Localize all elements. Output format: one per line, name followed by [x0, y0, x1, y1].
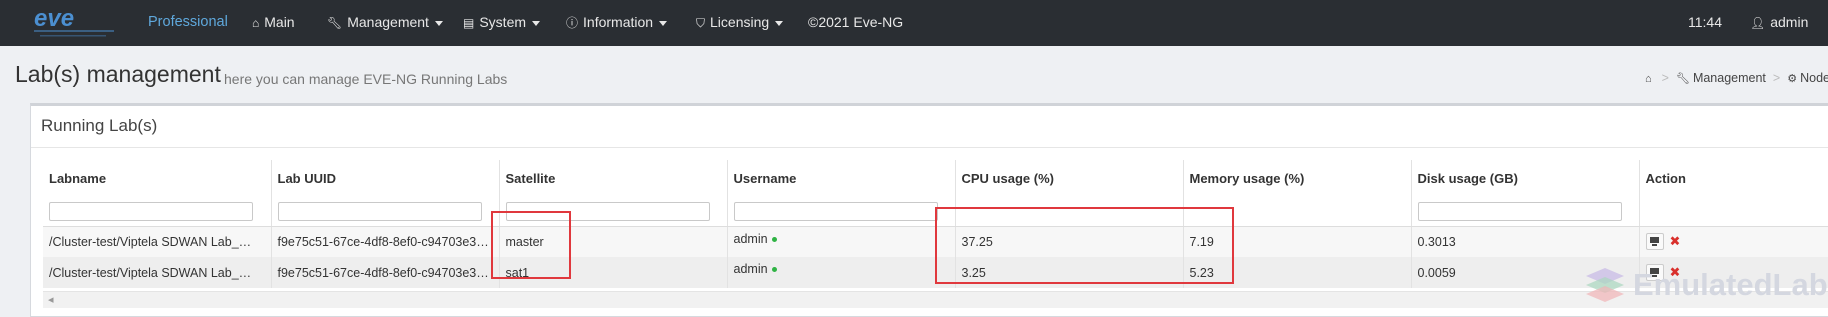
filter-disk-usage-input[interactable]: [1417, 202, 1622, 222]
nav-main[interactable]: ⌂ Main: [252, 0, 295, 46]
nav-information-label: Information: [583, 14, 654, 30]
column-header-username[interactable]: Username: [727, 160, 956, 196]
nav-information[interactable]: ⓘ Information: [566, 0, 668, 46]
nav-brand-professional[interactable]: Professional: [148, 0, 228, 46]
breadcrumb: ⌂>🔧︎Management>⚙Nodes: [1645, 71, 1828, 85]
cell-username: admin: [727, 226, 956, 257]
user-menu[interactable]: 👤︎ admin: [1750, 0, 1808, 46]
column-header-action: Action: [1639, 160, 1828, 196]
svg-text:eve: eve: [34, 5, 74, 32]
nav-system-label: System: [479, 14, 527, 30]
column-header-memory-usage[interactable]: Memory usage (%): [1183, 160, 1412, 196]
nodes-icon: ⚙: [1787, 73, 1798, 85]
filter-labname-input[interactable]: [49, 202, 253, 222]
cell-cpu-usage: 37.25: [955, 226, 1184, 257]
watermark-text: EmulatedLab: [1633, 267, 1828, 302]
cell-memory-usage: 5.23: [1183, 257, 1412, 288]
cell-labname: /Cluster-test/Viptela SDWAN Lab_…: [43, 257, 272, 288]
filter-row: [43, 196, 1828, 227]
page-title: Lab(s) management: [15, 61, 221, 87]
book-icon: ▤: [463, 16, 475, 30]
user-icon: 👤︎: [1750, 16, 1766, 30]
table-header: Labname Lab UUID Satellite Username CPU …: [43, 160, 1828, 196]
nav-main-label: Main: [264, 14, 295, 30]
panel-divider: [31, 147, 1828, 148]
chevron-down-icon: [659, 20, 668, 26]
page-subtitle: here you can manage EVE-NG Running Labs: [224, 71, 508, 87]
top-navbar: eve Professional ⌂ Main 🔧︎ Management ▤ Sys…: [0, 0, 1828, 46]
running-labs-panel: Running Lab(s) Labname Lab UUID Satellit…: [30, 103, 1828, 317]
nav-copyright: ©2021 Eve-NG: [808, 14, 904, 30]
panel-title: Running Lab(s): [41, 116, 158, 135]
cell-lab-uuid: f9e75c51-67ce-4df8-8ef0-c94703e3…: [271, 257, 500, 288]
username-text: admin: [733, 262, 768, 276]
nav-system[interactable]: ▤ System: [463, 0, 541, 46]
table-row[interactable]: /Cluster-test/Viptela SDWAN Lab_… f9e75c…: [43, 257, 1828, 288]
cell-disk-usage: 0.3013: [1411, 226, 1640, 257]
cell-satellite: master: [499, 226, 728, 257]
nav-licensing[interactable]: ⛉ Licensing: [696, 0, 784, 46]
cell-cpu-usage: 3.25: [955, 257, 1184, 288]
scroll-left-icon[interactable]: ◂: [48, 293, 54, 306]
filter-lab-uuid-input[interactable]: [277, 202, 482, 222]
column-header-disk-usage[interactable]: Disk usage (GB): [1411, 160, 1640, 196]
emulatedlab-logo-icon: [1586, 268, 1624, 302]
column-header-satellite[interactable]: Satellite: [499, 160, 728, 196]
breadcrumb-nodes[interactable]: Nodes: [1800, 71, 1828, 85]
cell-memory-usage: 7.19: [1183, 226, 1412, 257]
online-status-icon: [771, 267, 777, 273]
cell-lab-uuid: f9e75c51-67ce-4df8-8ef0-c94703e3…: [271, 226, 500, 257]
wrench-icon: 🔧︎: [327, 16, 343, 30]
chevron-down-icon: [434, 20, 443, 26]
filter-username-input[interactable]: [733, 202, 938, 222]
console-icon: [1649, 237, 1659, 247]
info-icon: ⓘ: [566, 16, 579, 30]
column-header-lab-uuid[interactable]: Lab UUID: [271, 160, 500, 196]
online-status-icon: [771, 236, 777, 242]
user-name: admin: [1770, 14, 1809, 30]
breadcrumb-management[interactable]: Management: [1693, 71, 1766, 85]
chevron-down-icon: [775, 20, 784, 26]
shield-icon: ⛉: [696, 16, 706, 30]
cell-labname: /Cluster-test/Viptela SDWAN Lab_…: [43, 226, 272, 257]
home-icon[interactable]: ⌂: [1645, 73, 1652, 85]
filter-satellite-input[interactable]: [505, 202, 710, 222]
running-labs-table: Labname Lab UUID Satellite Username CPU …: [43, 160, 1828, 308]
cell-username: admin: [727, 257, 956, 288]
cell-satellite: sat1: [499, 257, 728, 288]
stop-lab-button[interactable]: ✖: [1670, 234, 1681, 249]
nav-management[interactable]: 🔧︎ Management: [327, 0, 443, 46]
eve-logo[interactable]: eve: [28, 2, 120, 42]
table-row[interactable]: /Cluster-test/Viptela SDWAN Lab_… f9e75c…: [43, 226, 1828, 257]
open-console-button[interactable]: [1645, 233, 1664, 251]
chevron-down-icon: [532, 20, 541, 26]
clock: 11:44: [1688, 14, 1722, 30]
nav-management-label: Management: [347, 14, 429, 30]
username-text: admin: [733, 231, 768, 246]
horizontal-scrollbar[interactable]: ◂: [43, 291, 1828, 308]
nav-licensing-label: Licensing: [710, 14, 770, 30]
wrench-icon: 🔧︎: [1675, 73, 1690, 85]
home-icon: ⌂: [252, 16, 260, 30]
column-header-labname[interactable]: Labname: [43, 160, 272, 196]
cell-action: ✖: [1639, 226, 1828, 257]
column-header-cpu-usage[interactable]: CPU usage (%): [955, 160, 1184, 196]
